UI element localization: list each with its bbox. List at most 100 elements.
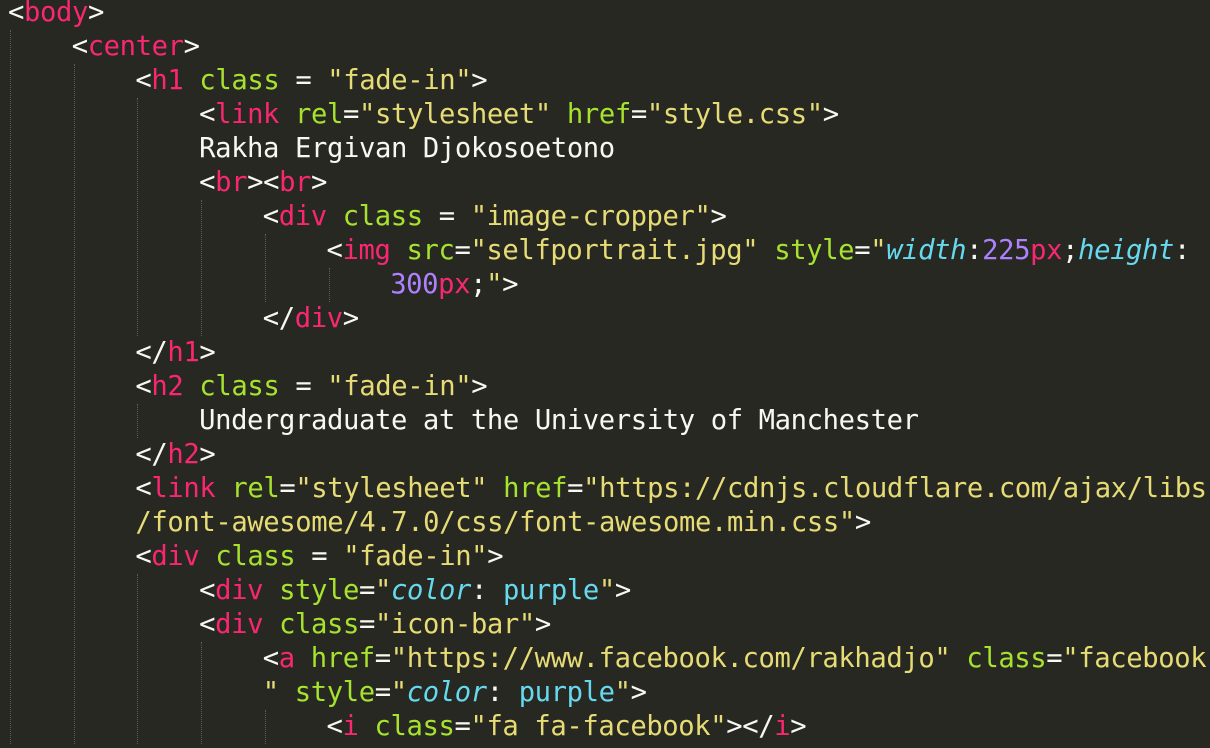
token-bracket: >	[822, 99, 839, 130]
token-text: Rakha Ergivan Djokosoetono	[199, 133, 615, 164]
code-line[interactable]: </div>	[263, 302, 359, 336]
code-line[interactable]: <a href="https://www.facebook.com/rakhad…	[263, 642, 1207, 676]
code-line[interactable]: <link rel="stylesheet" href="style.css">	[199, 98, 839, 132]
token-str: "stylesheet"	[359, 99, 551, 130]
token-op: =	[630, 99, 647, 130]
code-line[interactable]: <div class="icon-bar">	[199, 608, 551, 642]
code-editor[interactable]: <body> <center> <h1 class = "fade-in"> <lin…	[0, 0, 1210, 748]
token-op: =	[567, 473, 584, 504]
token-bracket: >	[487, 541, 504, 572]
token-bracket: >	[710, 201, 727, 232]
token-str: "style.css"	[646, 99, 823, 130]
token-bracket: >	[790, 711, 807, 742]
code-line[interactable]: <br><br>	[199, 166, 327, 200]
token-bracket: >	[534, 609, 551, 640]
code-line[interactable]: " style="color: purple">	[263, 676, 647, 710]
indent-guide	[201, 200, 203, 336]
token-prop: color	[391, 575, 471, 606]
code-line[interactable]: Rakha Ergivan Djokosoetono	[199, 132, 615, 166]
token-str: "	[598, 575, 615, 606]
code-line[interactable]: 300px;">	[390, 268, 518, 302]
code-line[interactable]: <h1 class = "fade-in">	[135, 64, 487, 98]
token-tag: div	[215, 575, 264, 606]
token-bracket: </	[262, 303, 295, 334]
indent-guide	[137, 574, 139, 744]
indent-guide	[328, 268, 330, 302]
token-op: =	[279, 371, 328, 402]
token-num: 225	[982, 235, 1031, 266]
token-unit: px	[438, 269, 471, 300]
code-line[interactable]: </h1>	[135, 336, 215, 370]
code-line[interactable]: <body>	[8, 0, 104, 30]
token-op: :	[470, 575, 503, 606]
token-prop: height	[1078, 235, 1175, 266]
token-bracket: >	[87, 0, 104, 28]
token-tag: div	[294, 303, 343, 334]
code-line[interactable]: <div class = "fade-in">	[135, 540, 503, 574]
code-line[interactable]: /font-awesome/4.7.0/css/font-awesome.min…	[135, 506, 871, 540]
token-prop: width	[886, 235, 967, 266]
token-tag: h1	[167, 337, 200, 368]
code-line[interactable]: <img src="selfportrait.jpg" style="width…	[327, 234, 1191, 268]
token-bracket: >	[199, 439, 216, 470]
token-tag: center	[87, 31, 184, 62]
token-unit: px	[1030, 235, 1063, 266]
token-attr: rel	[231, 473, 280, 504]
code-line[interactable]: <div class = "image-cropper">	[263, 200, 727, 234]
token-tag: div	[215, 609, 264, 640]
token-op: =	[374, 643, 391, 674]
token-attr: rel	[295, 99, 344, 130]
token-str: "selfportrait.jpg"	[470, 235, 759, 266]
token-attr: src	[406, 235, 455, 266]
code-line[interactable]: <div style="color: purple">	[199, 574, 631, 608]
token-str: "https://www.facebook.com/rakhadjo"	[390, 643, 951, 674]
token-op: =	[422, 201, 471, 232]
token-op: =	[295, 541, 344, 572]
token-op: ;	[1062, 235, 1079, 266]
token-str: "icon-bar"	[375, 609, 535, 640]
code-line[interactable]: </h2>	[135, 438, 215, 472]
token-str: "	[262, 677, 279, 708]
token-attr: href	[310, 643, 375, 674]
token-str: /font-awesome/4.7.0/css/font-awesome.min…	[135, 507, 855, 538]
token-str: "	[486, 269, 503, 300]
token-str: "fade-in"	[343, 541, 488, 572]
token-bracket: >	[630, 677, 647, 708]
indent-guide	[10, 30, 11, 744]
indent-guide	[201, 642, 203, 744]
token-tag: h2	[167, 439, 200, 470]
token-bracket: <	[199, 609, 216, 640]
code-line[interactable]: <center>	[72, 30, 200, 64]
token-str: "image-cropper"	[470, 201, 711, 232]
token-attr: style	[294, 677, 375, 708]
token-op: =	[854, 235, 871, 266]
token-str: "facebook	[1062, 643, 1207, 674]
code-line[interactable]: <link rel="stylesheet" href="https://cdn…	[135, 472, 1207, 506]
token-op: =	[343, 99, 360, 130]
token-attr: class	[966, 643, 1047, 674]
code-line[interactable]: <i class="fa fa-facebook"></i>	[327, 710, 807, 744]
token-str: "fade-in"	[327, 65, 472, 96]
indent-guide	[73, 64, 75, 744]
indent-guide	[137, 98, 139, 336]
token-attr: href	[503, 473, 568, 504]
token-bracket: <	[135, 371, 152, 402]
token-str: "	[375, 575, 392, 606]
token-bracket: <	[135, 65, 152, 96]
token-tag: link	[215, 99, 280, 130]
token-tag: div	[278, 201, 327, 232]
token-op: =	[454, 711, 471, 742]
token-tag: a	[278, 643, 295, 674]
token-op: =	[359, 609, 376, 640]
code-line[interactable]: <h2 class = "fade-in">	[135, 370, 487, 404]
token-bracket: </	[135, 337, 168, 368]
code-line[interactable]: Undergraduate at the University of Manch…	[199, 404, 919, 438]
token-attr: href	[566, 99, 631, 130]
